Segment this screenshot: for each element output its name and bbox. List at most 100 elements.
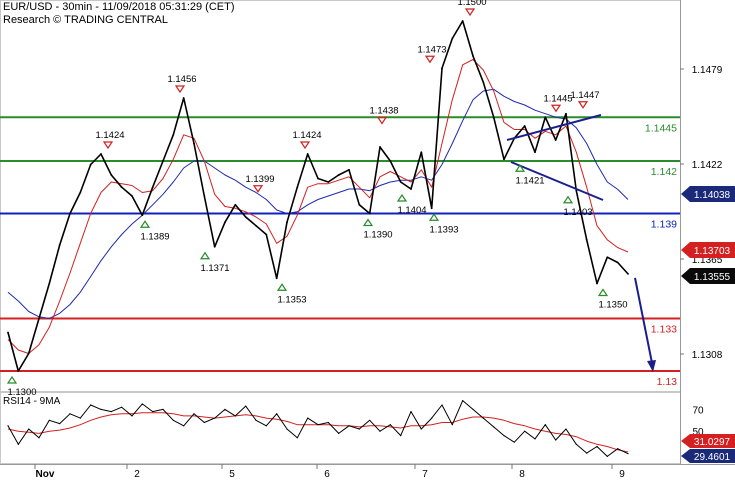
price-point [182,97,185,99]
rsi-tick-label: 70 [692,405,704,416]
price-point [410,188,412,190]
price-point [430,207,433,210]
rsi-point [431,417,433,419]
up-triangle-icon [597,288,609,297]
price-point [131,195,133,197]
rsi-point [28,428,30,430]
down-triangle-icon [577,101,589,109]
swing-high-label: 1.1424 [95,130,124,141]
level-label: 1.133 [651,324,677,336]
rsi-point [451,424,453,426]
up-triangle-icon [396,193,408,202]
rsi-point [131,415,133,417]
price-point [162,160,164,162]
slow-ma-line [7,88,629,319]
price-point [482,81,485,84]
price-point [58,244,61,246]
rsi-point [358,428,360,430]
price-point [534,151,536,154]
rsi-point [462,400,464,402]
rsi-point [369,419,371,421]
swing-low-label: 1.1421 [515,175,544,186]
down-triangle-icon [550,104,562,113]
price-point [38,317,40,320]
rsi-point [555,439,557,441]
swing-high-label: 1.1445 [543,93,572,104]
rsi-point [296,437,298,439]
swing-high-marker: 1.1447 [570,90,600,109]
price-point [27,352,30,355]
rsi-point [224,408,226,410]
price-point [275,277,278,280]
price-point [203,195,206,197]
price-point [399,181,402,183]
rsi-point [389,424,391,426]
rsi-point [214,417,216,419]
rsi-point [482,417,484,419]
price-badge-value: 1.13555 [694,272,731,283]
rsi-point [203,421,205,424]
swing-low-marker: 1.1371 [199,251,230,274]
rsi-plot-frame [0,392,681,464]
swing-low-marker: 1.1353 [276,283,307,305]
price-point [120,186,123,189]
rsi-series-group: RSI14 - 9MA [3,396,629,457]
date-tick-label: 9 [619,469,625,480]
price-point [306,153,309,155]
rsi-point [17,443,19,445]
rsi-point [534,438,536,440]
up-triangle-icon [6,375,18,384]
swing-high-label: 1.1473 [417,44,446,55]
price-point [100,153,102,155]
rsi-point [606,455,608,457]
swing-high-marker: 1.1424 [95,130,125,150]
swing-low-label: 1.1403 [563,207,592,218]
rsi-point [59,422,61,425]
up-triangle-icon [428,213,440,221]
price-point [265,233,268,236]
price-point [296,186,299,189]
rsi-point [493,426,495,428]
price-point [172,133,175,136]
rsi-point [172,419,174,421]
price-point [554,139,557,141]
down-triangle-icon [424,55,436,64]
price-point [348,168,350,171]
rsi-point [183,425,185,427]
price-point [606,256,609,259]
down-triangle-icon [376,116,388,125]
rsi-badge-value: 31.0297 [694,437,731,448]
rsi-point [513,441,515,443]
price-point [48,282,51,285]
rsi-point [121,406,123,408]
rsi-point [617,448,619,450]
swing-low-marker: 1.1404 [396,193,427,216]
swing-low-marker: 1.1300 [6,375,37,398]
price-badge-value: 1.13703 [694,246,731,257]
price-tick-label: 1.1308 [692,350,723,361]
rsi-point [627,453,629,455]
price-point [596,282,598,285]
level-label: 1.142 [651,166,677,178]
fast-ma-line [7,59,629,354]
rsi-point [7,425,9,427]
date-tick-label: 2 [134,469,140,480]
rsi-point [338,432,340,435]
price-point [255,224,257,227]
date-tick-label: 7 [422,469,428,480]
rsi-point [327,421,329,424]
price-point [317,177,319,180]
swing-high-label: 1.1447 [570,90,599,101]
rsi-point [152,410,154,413]
rsi-point [317,424,319,426]
swing-high-label: 1.1424 [292,130,321,141]
rsi-9ma-line [7,412,629,453]
rsi-point [575,443,577,445]
price-point [451,37,454,40]
price-point [627,272,629,275]
chart-canvas: 1.14451.1421.1391.1331.13 1.13001.14241.… [0,0,735,480]
price-point [244,216,247,218]
swing-high-label: 1.1399 [245,174,274,185]
swing-high-marker: 1.1438 [369,106,399,125]
swing-low-label: 1.1371 [200,263,229,274]
